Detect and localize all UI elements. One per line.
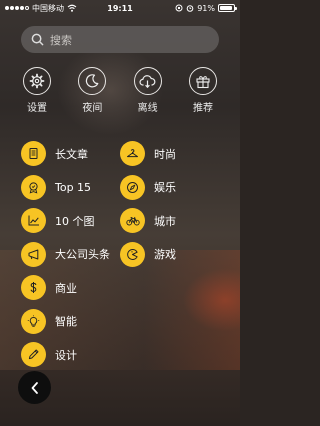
category-label: 游戏 xyxy=(154,248,176,261)
chevron-left-icon xyxy=(31,381,38,394)
category-label: 大公司头条 xyxy=(55,248,110,261)
megaphone-icon xyxy=(28,249,39,259)
category-label: 城市 xyxy=(154,214,176,228)
lightbulb-icon xyxy=(27,314,40,327)
night-mode-button[interactable]: 夜间 xyxy=(72,67,112,114)
hanger-icon xyxy=(127,149,138,158)
category-smart[interactable]: 智能 xyxy=(21,308,110,334)
pencil-icon xyxy=(28,349,39,360)
cloud-download-icon xyxy=(139,75,156,89)
back-button[interactable] xyxy=(18,371,51,404)
pacman-icon xyxy=(127,248,138,260)
recommend-button[interactable]: 推荐 xyxy=(183,67,223,114)
moon-icon xyxy=(86,74,99,88)
search-input[interactable]: 搜索 xyxy=(21,26,219,53)
medal-icon xyxy=(29,181,38,194)
battery-level-fill xyxy=(220,6,232,10)
category-games[interactable]: 游戏 xyxy=(120,241,176,267)
status-bar: 中国移动 19:11 91% xyxy=(0,0,240,16)
category-long-articles[interactable]: 长文章 xyxy=(21,141,110,166)
battery-icon xyxy=(218,4,237,12)
wifi-icon xyxy=(67,4,77,12)
document-icon xyxy=(29,148,38,159)
category-label: 娱乐 xyxy=(154,181,176,194)
search-icon xyxy=(31,33,44,46)
settings-button[interactable]: 设置 xyxy=(17,67,57,114)
gear-icon xyxy=(29,73,45,89)
category-entertainment[interactable]: 娱乐 xyxy=(120,174,176,200)
recommend-label: 推荐 xyxy=(192,103,213,114)
category-big-company[interactable]: 大公司头条 xyxy=(21,241,110,267)
offline-button[interactable]: 离线 xyxy=(128,67,168,114)
category-label: 商业 xyxy=(55,281,77,295)
category-10-charts[interactable]: 10 个图 xyxy=(21,208,110,233)
signal-strength-icon xyxy=(5,6,29,10)
category-label: 10 个图 xyxy=(55,214,95,228)
compass-icon xyxy=(127,181,138,193)
category-design[interactable]: 设计 xyxy=(21,342,110,367)
alarm-icon xyxy=(186,5,194,12)
category-label: 时尚 xyxy=(154,147,176,161)
carrier-name: 中国移动 xyxy=(32,3,64,13)
offline-label: 离线 xyxy=(137,103,158,114)
battery-percent: 91% xyxy=(197,3,215,13)
line-chart-icon xyxy=(28,215,39,226)
category-city[interactable]: 城市 xyxy=(120,208,176,233)
settings-label: 设置 xyxy=(27,103,47,114)
category-list-right: 时尚 娱乐 城市 游戏 xyxy=(120,141,176,275)
menu-overlay: 中国移动 19:11 91% 搜索 设置 夜间 离线 推荐 长文章 Top 15… xyxy=(0,0,240,426)
category-label: 智能 xyxy=(55,315,77,328)
category-top15[interactable]: Top 15 xyxy=(21,174,110,200)
category-label: 长文章 xyxy=(55,147,88,161)
rotation-lock-icon xyxy=(175,4,183,12)
category-label: 设计 xyxy=(55,348,77,362)
category-fashion[interactable]: 时尚 xyxy=(120,141,176,166)
bicycle-icon xyxy=(125,216,140,226)
quick-actions: 设置 夜间 离线 推荐 xyxy=(17,67,223,114)
night-mode-label: 夜间 xyxy=(82,103,103,114)
gift-icon xyxy=(196,76,210,89)
category-list-left: 长文章 Top 15 10 个图 大公司头条 商业 智能 设计 xyxy=(21,141,110,376)
category-label: Top 15 xyxy=(55,180,92,194)
dollar-icon xyxy=(30,282,37,293)
category-business[interactable]: 商业 xyxy=(21,275,110,300)
search-placeholder: 搜索 xyxy=(50,33,72,47)
